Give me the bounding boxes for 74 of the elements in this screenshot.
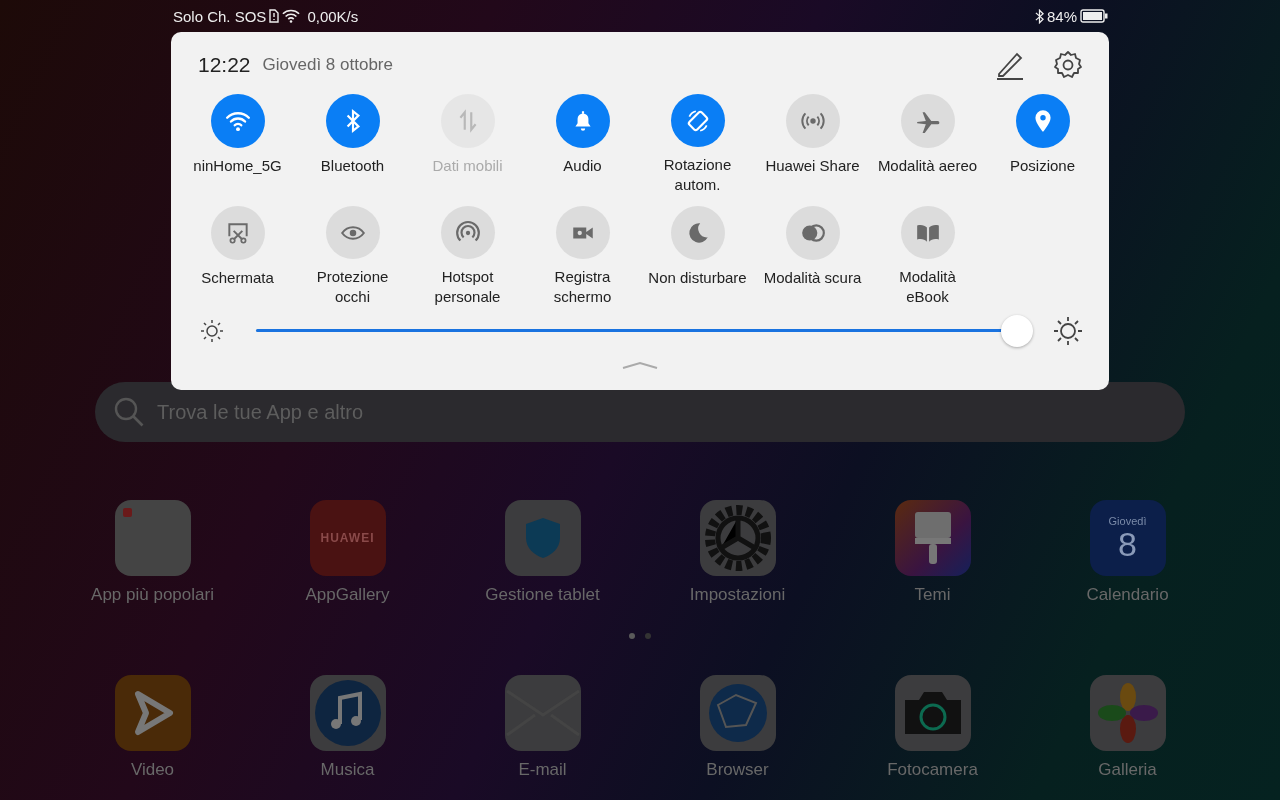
app-label: E-mail	[518, 760, 567, 780]
toggle-label: Posizione	[1009, 156, 1075, 176]
network-speed: 0,00K/s	[307, 7, 359, 25]
day-number: 8	[1118, 527, 1137, 561]
app-icon[interactable]	[1089, 675, 1166, 751]
app-icon[interactable]	[504, 675, 581, 751]
app-label: Impostazioni	[689, 585, 786, 605]
toggle-button[interactable]	[670, 206, 725, 260]
toggle-label: ninHome_5G	[193, 156, 282, 176]
app-icon[interactable]	[894, 675, 971, 751]
app-icon[interactable]	[309, 675, 386, 751]
toggle-label: Huawei Share	[765, 156, 860, 176]
logo-text: HUAWEI	[320, 531, 375, 545]
toggle-label: Dati mobili	[432, 156, 503, 176]
app-icon[interactable]	[699, 675, 776, 751]
settings-icon[interactable]	[1053, 50, 1083, 80]
toggle-button[interactable]	[555, 206, 610, 259]
toggle-button[interactable]	[210, 206, 265, 260]
toggle-button[interactable]	[670, 94, 725, 147]
toggle-label: Modalità eBook	[898, 267, 957, 307]
app-icon[interactable]: Giovedì 8	[1089, 500, 1166, 576]
toggle-button[interactable]	[785, 94, 840, 148]
app-label: Temi	[914, 585, 951, 605]
toggle-label: Non disturbare	[648, 268, 747, 288]
battery-icon	[1080, 9, 1108, 23]
gear-icon	[702, 503, 773, 573]
sim-icon	[269, 9, 280, 23]
toggle-label: Bluetooth	[320, 156, 385, 176]
weekday-text: Giovedì	[1108, 515, 1147, 527]
app-icon[interactable]	[114, 500, 191, 576]
edit-icon[interactable]	[995, 50, 1025, 80]
app-label: Galleria	[1098, 760, 1157, 780]
app-label: Musica	[320, 760, 375, 780]
toggle-button[interactable]	[1015, 94, 1070, 148]
app-label: Browser	[706, 760, 769, 780]
app-label: AppGallery	[305, 585, 390, 605]
toggle-button[interactable]	[785, 206, 840, 260]
battery-percent: 84%	[1046, 7, 1077, 25]
search-icon	[113, 396, 145, 428]
toggle-button[interactable]	[325, 94, 380, 148]
toggle-button[interactable]	[440, 206, 495, 259]
flower-icon	[1095, 681, 1160, 745]
app-icon[interactable]	[894, 500, 971, 576]
app-label: Fotocamera	[887, 760, 978, 780]
app-label: Video	[130, 760, 175, 780]
slider-thumb[interactable]	[1001, 315, 1034, 347]
music-note-icon	[312, 678, 383, 748]
toggle-button[interactable]	[900, 206, 955, 259]
toggle-label: Schermata	[201, 268, 274, 288]
toggle-button[interactable]	[325, 206, 380, 259]
date-text: Giovedì 8 ottobre	[262, 55, 393, 75]
brightness-high-icon	[1053, 316, 1083, 346]
toggle-label: Protezione occhi	[315, 267, 390, 307]
toggle-button[interactable]	[210, 94, 265, 148]
bluetooth-icon	[1034, 8, 1044, 24]
app-icon[interactable]	[114, 675, 191, 751]
toggle-label: Modalità aereo	[877, 156, 978, 176]
page-dot[interactable]	[645, 633, 651, 639]
clock-text: 12:22	[198, 53, 251, 77]
app-label: Calendario	[1086, 585, 1169, 605]
collapse-handle-icon[interactable]	[622, 361, 658, 369]
app-label: App più popolari	[91, 585, 214, 605]
app-label: Gestione tablet	[485, 585, 600, 605]
toggle-label: Audio	[563, 156, 602, 176]
toggle-button[interactable]	[555, 94, 610, 148]
toggle-label: Modalità scura	[763, 268, 862, 288]
carrier-text: Solo Ch. SOS	[173, 7, 267, 25]
toggle-label: Rotazione autom.	[662, 155, 733, 195]
page-dot[interactable]	[629, 633, 635, 639]
toggle-label: Registra schermo	[552, 267, 613, 307]
wifi-icon	[282, 9, 301, 23]
brightness-low-icon	[200, 319, 224, 343]
toggle-button[interactable]	[900, 94, 955, 148]
toggle-label: Hotspot personale	[433, 267, 502, 307]
